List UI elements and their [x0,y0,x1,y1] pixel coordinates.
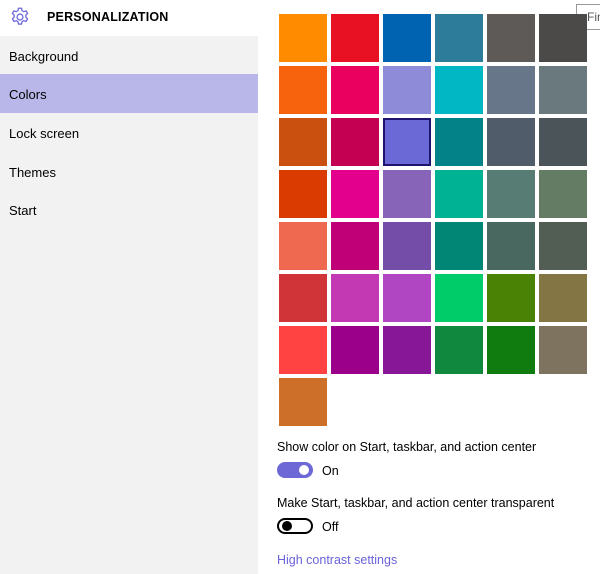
color-swatch[interactable] [331,222,379,270]
color-swatch[interactable] [487,14,535,62]
color-swatch[interactable] [383,170,431,218]
color-swatch[interactable] [383,222,431,270]
color-swatch[interactable] [487,118,535,166]
color-swatch[interactable] [435,14,483,62]
sidebar: Background Colors Lock screen Themes Sta… [0,36,258,574]
color-swatch[interactable] [331,14,379,62]
color-swatch[interactable] [539,66,587,114]
color-swatch[interactable] [279,14,327,62]
sidebar-item-themes[interactable]: Themes [0,152,258,191]
color-swatch[interactable] [279,66,327,114]
color-swatch[interactable] [435,170,483,218]
color-swatch[interactable] [331,326,379,374]
toggle-knob [299,465,309,475]
color-swatch[interactable] [383,66,431,114]
color-swatch[interactable] [279,326,327,374]
color-swatch[interactable] [487,66,535,114]
color-swatch[interactable] [279,274,327,322]
color-swatch[interactable] [279,378,327,426]
color-swatch[interactable] [435,66,483,114]
transparent-toggle[interactable] [277,518,313,534]
color-swatch[interactable] [331,170,379,218]
color-swatch[interactable] [539,170,587,218]
color-swatch[interactable] [383,118,431,166]
color-swatch[interactable] [435,326,483,374]
color-swatch[interactable] [331,118,379,166]
color-swatch[interactable] [435,274,483,322]
transparent-state: Off [322,520,339,534]
color-swatch[interactable] [539,14,587,62]
color-swatch[interactable] [435,118,483,166]
high-contrast-settings-link[interactable]: High contrast settings [277,553,397,567]
gear-icon [11,7,29,25]
color-swatch[interactable] [279,222,327,270]
color-swatch[interactable] [383,326,431,374]
show-color-toggle[interactable] [277,462,313,478]
color-swatch[interactable] [279,170,327,218]
color-swatch[interactable] [539,326,587,374]
toggle-knob [282,521,292,531]
color-swatch[interactable] [487,222,535,270]
show-color-label: Show color on Start, taskbar, and action… [277,440,537,454]
color-swatch[interactable] [331,66,379,114]
sidebar-item-background[interactable]: Background [0,36,258,75]
page-title: PERSONALIZATION [47,10,169,24]
color-swatch[interactable] [539,118,587,166]
color-swatch[interactable] [487,274,535,322]
sidebar-item-lock-screen[interactable]: Lock screen [0,113,258,152]
sidebar-item-colors[interactable]: Colors [0,74,258,113]
color-swatch[interactable] [539,274,587,322]
color-swatch[interactable] [383,274,431,322]
color-swatch[interactable] [487,170,535,218]
color-swatch[interactable] [383,14,431,62]
sidebar-item-start[interactable]: Start [0,190,258,229]
color-swatch[interactable] [331,274,379,322]
show-color-state: On [322,464,339,478]
color-swatch[interactable] [435,222,483,270]
color-swatch[interactable] [487,326,535,374]
color-swatch[interactable] [539,222,587,270]
color-swatch[interactable] [279,118,327,166]
transparent-label: Make Start, taskbar, and action center t… [277,496,555,510]
